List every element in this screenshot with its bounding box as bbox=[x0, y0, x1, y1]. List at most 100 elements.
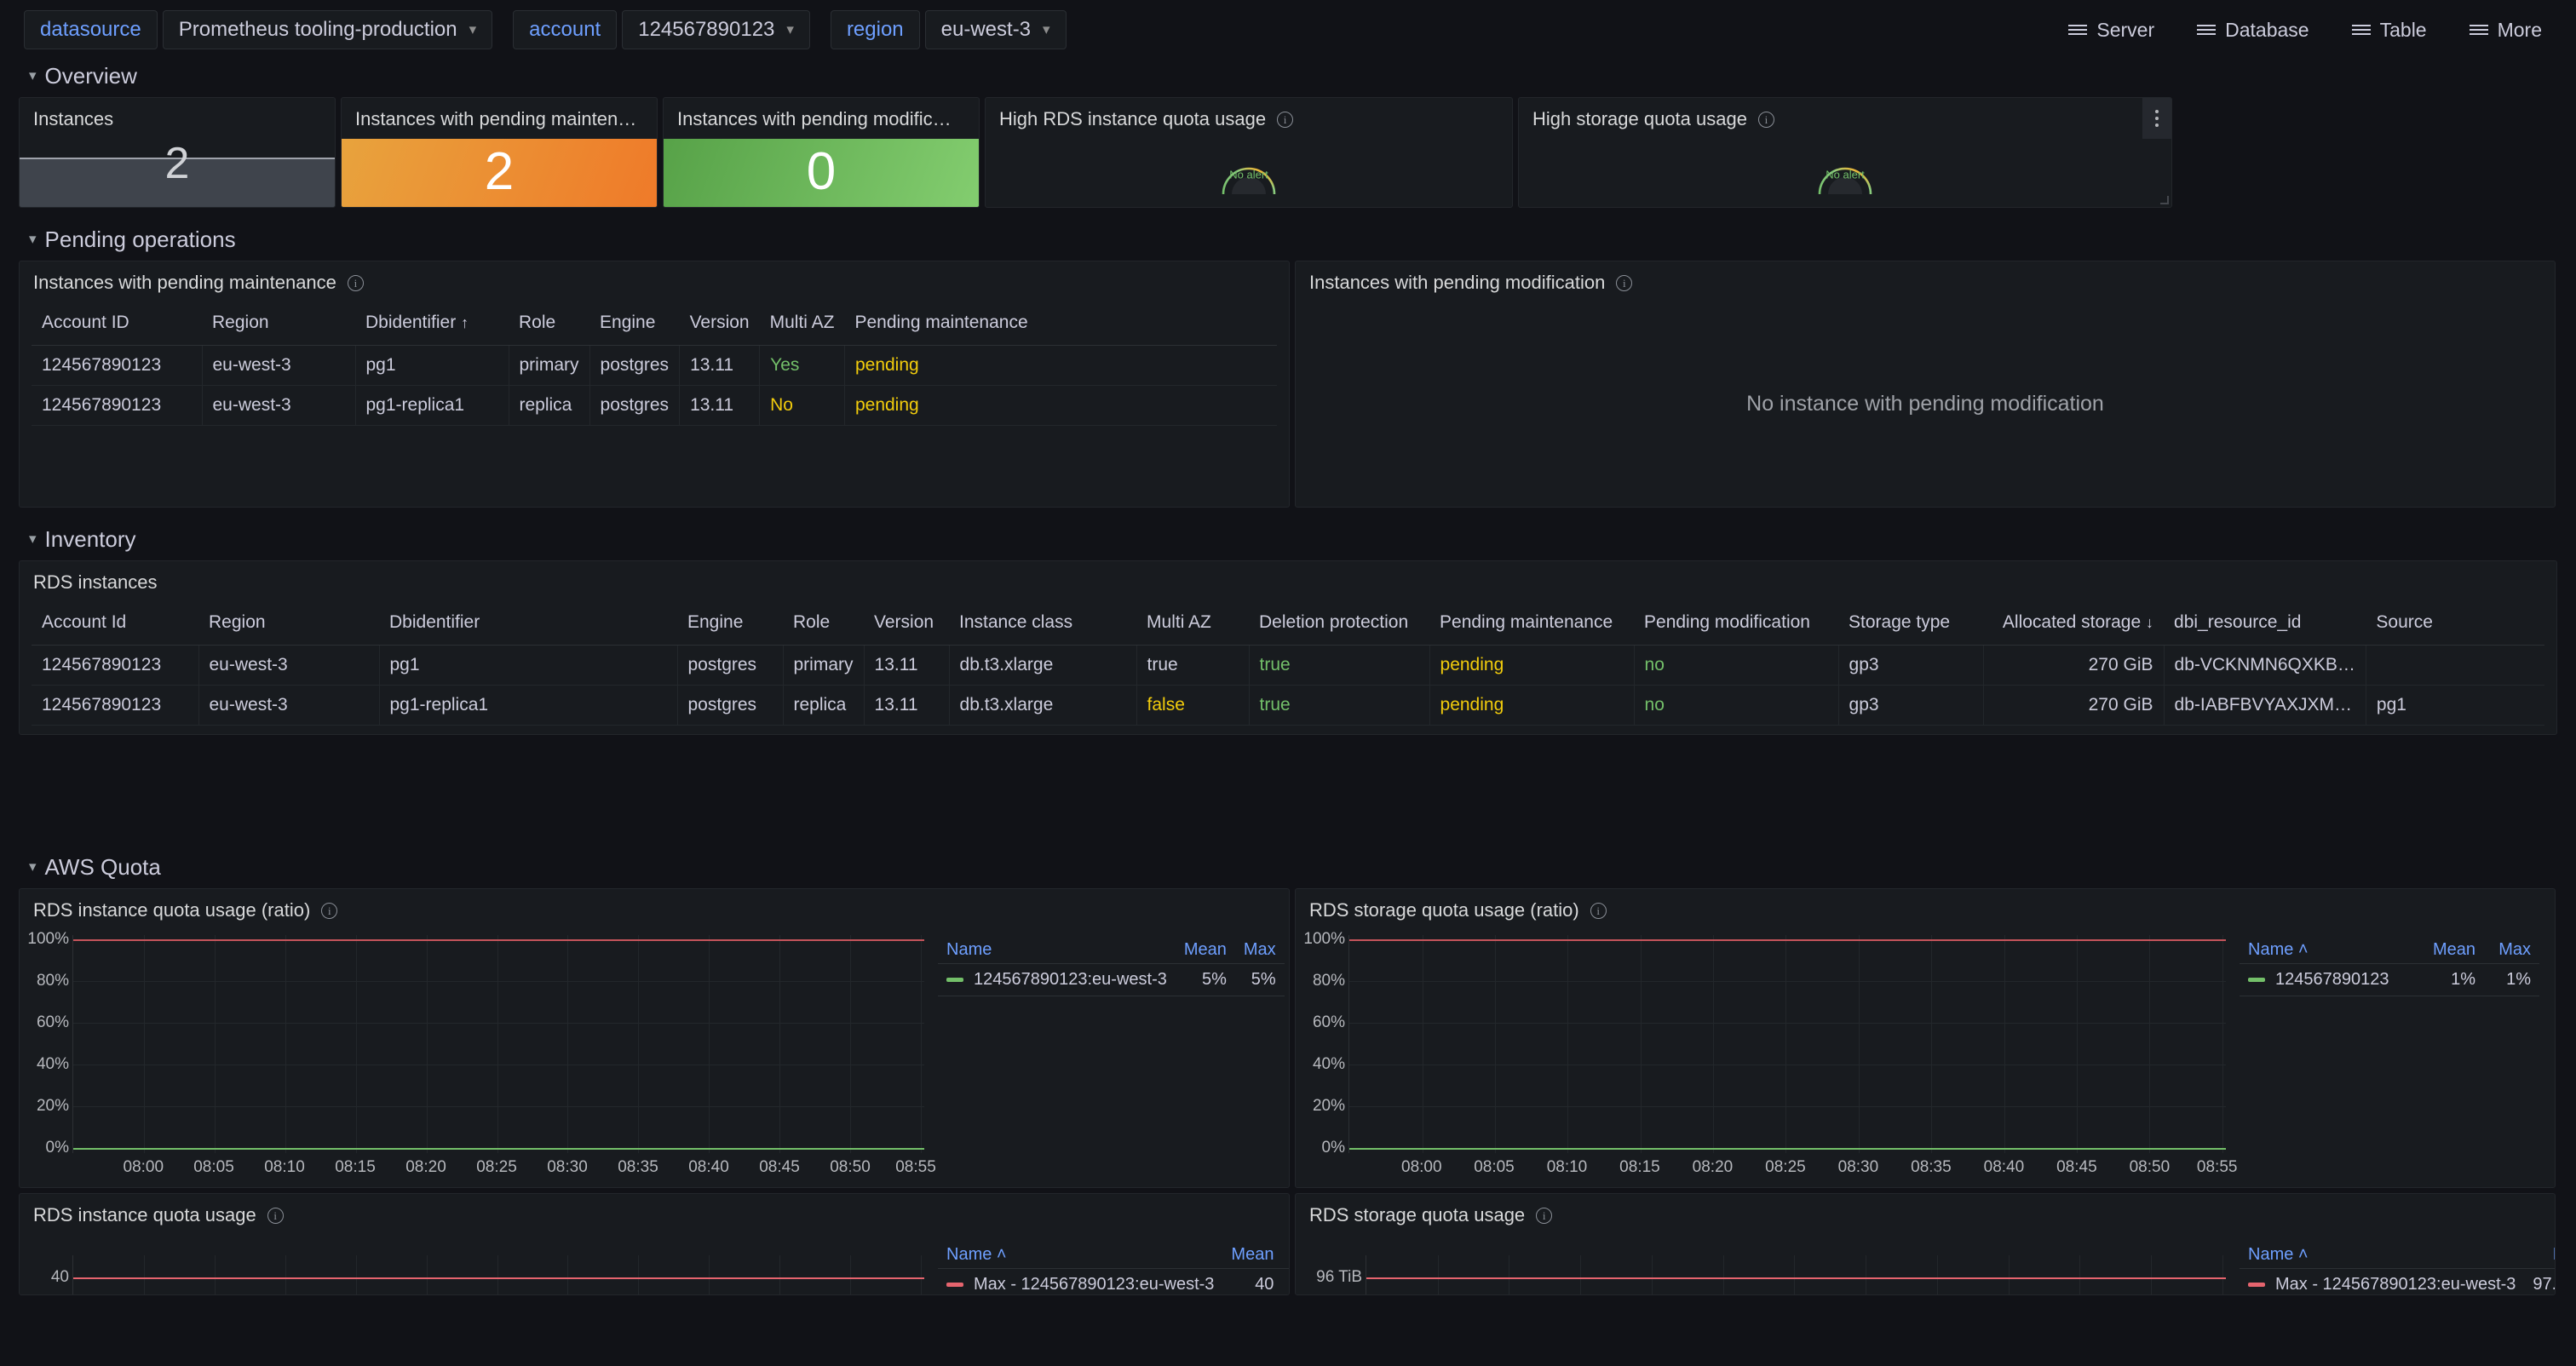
panel-high-storage-quota[interactable]: High storage quota usage i bbox=[1518, 97, 2172, 208]
x-tick: 08:00 bbox=[1401, 1158, 1442, 1177]
dashboard-link-database[interactable]: Database bbox=[2197, 19, 2309, 42]
cell-region: eu-west-3 bbox=[198, 646, 379, 686]
dashboard-link-more[interactable]: More bbox=[2470, 19, 2542, 42]
info-icon[interactable]: i bbox=[321, 903, 337, 919]
section-header-aws-quota[interactable]: ▾ AWS Quota bbox=[0, 851, 2576, 883]
series-line-max bbox=[73, 939, 924, 941]
dashboard-link-server[interactable]: Server bbox=[2068, 19, 2154, 42]
col-multi-az[interactable]: Multi AZ bbox=[1136, 600, 1249, 646]
section-title-pending-operations: Pending operations bbox=[45, 227, 236, 253]
panel-rds-instance-quota-ratio[interactable]: RDS instance quota usage (ratio) i 100% … bbox=[19, 888, 1290, 1188]
menu-icon bbox=[2197, 25, 2216, 35]
section-header-pending-operations[interactable]: ▾ Pending operations bbox=[0, 223, 2576, 255]
table-row[interactable]: 124567890123 eu-west-3 pg1-replica1 post… bbox=[32, 686, 2544, 726]
col-role[interactable]: Role bbox=[783, 600, 864, 646]
legend-item-label: 124567890123:eu-west-3 bbox=[974, 970, 1167, 990]
variable-account-value[interactable]: 124567890123 ▾ bbox=[622, 10, 810, 49]
info-icon[interactable]: i bbox=[1536, 1208, 1552, 1224]
legend-col-name[interactable]: Name bbox=[938, 937, 1176, 964]
col-instance-class[interactable]: Instance class bbox=[949, 600, 1136, 646]
info-icon[interactable]: i bbox=[1277, 112, 1293, 128]
col-pending-modification[interactable]: Pending modification bbox=[1634, 600, 1838, 646]
chart-body: 100% 80% 60% 40% 20% 0% bbox=[20, 928, 1289, 1187]
panel-rds-storage-quota-usage[interactable]: RDS storage quota usage i 96 TiB bbox=[1295, 1193, 2556, 1295]
panel-rds-storage-quota-ratio[interactable]: RDS storage quota usage (ratio) i 100% 8… bbox=[1295, 888, 2556, 1188]
panel-rds-storage-quota-ratio-title: RDS storage quota usage (ratio) i bbox=[1296, 889, 2555, 921]
col-engine[interactable]: Engine bbox=[677, 600, 783, 646]
legend-item[interactable]: Max - 124567890123:eu-west-3 97.7 TiB 97… bbox=[2240, 1269, 2556, 1296]
panel-rds-instance-quota-usage[interactable]: RDS instance quota usage i 40 bbox=[19, 1193, 1290, 1295]
legend-col-max[interactable]: Max bbox=[1282, 1242, 1290, 1269]
info-icon[interactable]: i bbox=[1590, 903, 1607, 919]
section-header-overview[interactable]: ▾ Overview bbox=[0, 60, 2576, 92]
legend-col-mean[interactable]: Mean bbox=[1222, 1242, 1282, 1269]
info-icon[interactable]: i bbox=[1616, 275, 1632, 291]
cell-role: primary bbox=[509, 346, 589, 386]
col-dbidentifier[interactable]: Dbidentifier bbox=[379, 600, 677, 646]
legend-col-name[interactable]: Name ˄ bbox=[2240, 1242, 2524, 1269]
legend-header-row: Name ˄ Mean Max bbox=[2240, 937, 2539, 964]
legend-col-name[interactable]: Name ˄ bbox=[2240, 937, 2417, 964]
series-line-usage bbox=[1349, 1148, 2226, 1150]
dashboard-link-table[interactable]: Table bbox=[2352, 19, 2427, 42]
col-dbidentifier-label: Dbidentifier bbox=[365, 313, 456, 332]
col-dbi-resource-id[interactable]: dbi_resource_id bbox=[2164, 600, 2366, 646]
variable-region[interactable]: region eu-west-3 ▾ bbox=[831, 10, 1067, 49]
legend-col-mean[interactable]: Mean bbox=[1176, 937, 1235, 964]
legend-col-mean[interactable]: Mean bbox=[2417, 937, 2484, 964]
col-version[interactable]: Version bbox=[864, 600, 949, 646]
variable-datasource[interactable]: datasource Prometheus tooling-production… bbox=[24, 10, 492, 49]
info-icon[interactable]: i bbox=[1758, 112, 1774, 128]
panel-instances-pending-maintenance[interactable]: Instances with pending maintenance i Acc… bbox=[19, 261, 1290, 508]
col-pending-maintenance[interactable]: Pending maintenance bbox=[1429, 600, 1634, 646]
cell-multi-az: true bbox=[1136, 646, 1249, 686]
legend-col-name[interactable]: Name ˄ bbox=[938, 1242, 1222, 1269]
legend-item[interactable]: 124567890123:eu-west-3 5% 5% bbox=[938, 964, 1285, 996]
variable-region-value[interactable]: eu-west-3 ▾ bbox=[925, 10, 1067, 49]
legend-item[interactable]: Max - 124567890123:eu-west-3 40 40 bbox=[938, 1269, 1290, 1296]
y-tick: 100% bbox=[27, 930, 69, 949]
legend-col-max[interactable]: Max bbox=[2484, 937, 2539, 964]
chart-legend: Name Mean Max 124567890123:eu-west- bbox=[931, 928, 1289, 1187]
legend-item[interactable]: 124567890123 1% 1% bbox=[2240, 964, 2539, 996]
panel-high-rds-quota[interactable]: High RDS instance quota usage i bbox=[985, 97, 1513, 208]
cell-account-id: 124567890123 bbox=[32, 346, 202, 386]
variable-datasource-value[interactable]: Prometheus tooling-production ▾ bbox=[163, 10, 492, 49]
col-region[interactable]: Region bbox=[202, 301, 355, 346]
y-tick: 20% bbox=[1313, 1097, 1345, 1116]
panel-pending-maintenance-stat[interactable]: Instances with pending mainten… 2 bbox=[341, 97, 658, 208]
col-version[interactable]: Version bbox=[680, 301, 760, 346]
panel-pending-modification-stat[interactable]: Instances with pending modific… 0 bbox=[663, 97, 980, 208]
y-axis-labels: 100% 80% 60% 40% 20% 0% bbox=[1296, 928, 1348, 1187]
panel-menu-button[interactable] bbox=[2142, 98, 2171, 139]
table-row[interactable]: 124567890123 eu-west-3 pg1 primary postg… bbox=[32, 346, 1277, 386]
panel-instances-pending-modification-title-text: Instances with pending modification bbox=[1309, 272, 1605, 294]
dashboard-variable-bar: datasource Prometheus tooling-production… bbox=[0, 0, 2576, 60]
col-allocated-storage[interactable]: Allocated storage ↓ bbox=[1983, 600, 2164, 646]
x-tick: 08:50 bbox=[2130, 1158, 2171, 1177]
col-role[interactable]: Role bbox=[509, 301, 589, 346]
dashboard-link-database-label: Database bbox=[2225, 19, 2309, 42]
panel-instances[interactable]: Instances 2 bbox=[19, 97, 336, 208]
col-region[interactable]: Region bbox=[198, 600, 379, 646]
col-storage-type[interactable]: Storage type bbox=[1838, 600, 1983, 646]
info-icon[interactable]: i bbox=[267, 1208, 284, 1224]
col-engine[interactable]: Engine bbox=[589, 301, 680, 346]
col-multi-az[interactable]: Multi AZ bbox=[760, 301, 845, 346]
panel-rds-instances[interactable]: RDS instances Account Id Region Dbidenti… bbox=[19, 560, 2557, 735]
section-header-inventory[interactable]: ▾ Inventory bbox=[0, 523, 2576, 555]
panel-instances-pending-modification[interactable]: Instances with pending modification i No… bbox=[1295, 261, 2556, 508]
col-source[interactable]: Source bbox=[2366, 600, 2544, 646]
col-deletion-protection[interactable]: Deletion protection bbox=[1249, 600, 1429, 646]
table-row[interactable]: 124567890123 eu-west-3 pg1-replica1 repl… bbox=[32, 386, 1277, 426]
panel-resize-handle[interactable] bbox=[2160, 196, 2169, 204]
legend-col-mean[interactable]: Mean bbox=[2524, 1242, 2556, 1269]
info-icon[interactable]: i bbox=[348, 275, 364, 291]
variable-account[interactable]: account 124567890123 ▾ bbox=[513, 10, 810, 49]
col-dbidentifier[interactable]: Dbidentifier ↑ bbox=[355, 301, 509, 346]
legend-col-max[interactable]: Max bbox=[1235, 937, 1285, 964]
col-account-id[interactable]: Account ID bbox=[32, 301, 202, 346]
col-account-id[interactable]: Account Id bbox=[32, 600, 198, 646]
table-row[interactable]: 124567890123 eu-west-3 pg1 postgres prim… bbox=[32, 646, 2544, 686]
col-pending-maintenance[interactable]: Pending maintenance bbox=[844, 301, 1277, 346]
